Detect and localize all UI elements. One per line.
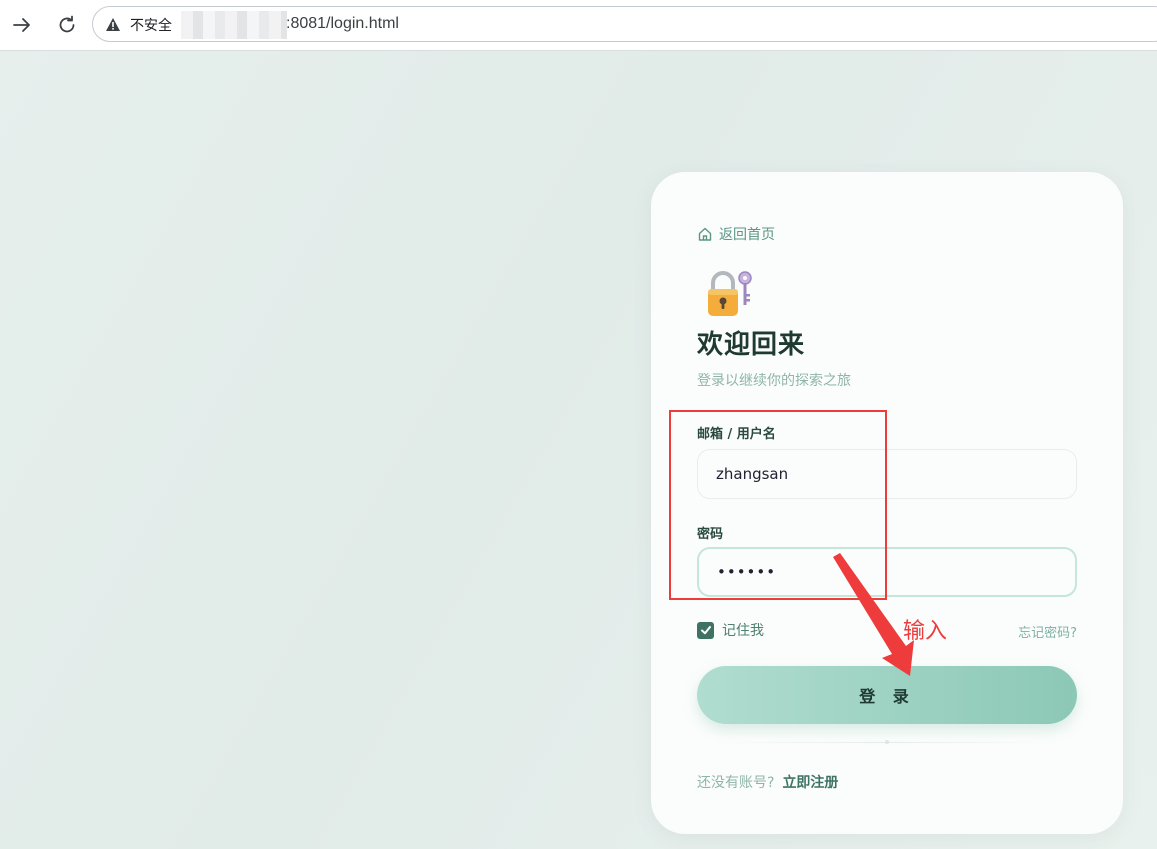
annotation-arrow-icon: [833, 553, 914, 676]
annotation-text: 输入: [903, 619, 948, 644]
